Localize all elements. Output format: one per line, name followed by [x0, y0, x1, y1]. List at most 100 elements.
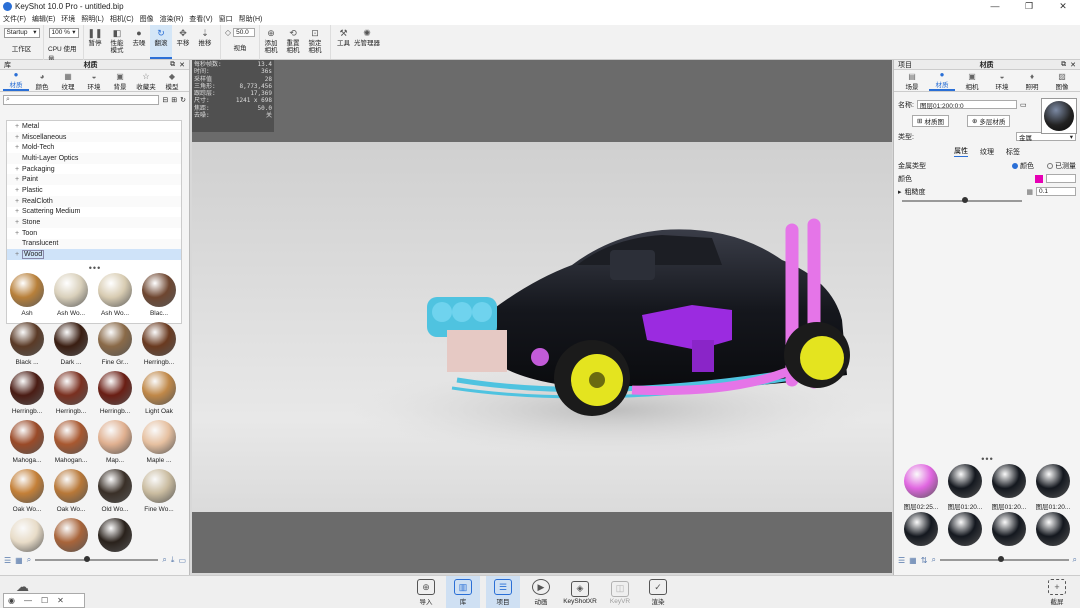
minimize-icon[interactable]: — [24, 596, 32, 605]
menu-help[interactable]: 帮助(H) [239, 14, 263, 24]
tab-material[interactable]: ● 材质 [929, 70, 955, 91]
material-thumbnail[interactable]: 图层01:20... [988, 464, 1030, 512]
tab-models[interactable]: ◆ 模型 [159, 72, 185, 91]
animation-button[interactable]: ▶ 动画 [524, 576, 558, 608]
material-thumbnail[interactable]: Black ... [6, 322, 48, 370]
material-thumbnail[interactable]: Map... [94, 420, 136, 468]
grid-view-icon[interactable]: ▦ [909, 556, 917, 565]
tree-item[interactable]: + Miscellaneous [7, 131, 181, 143]
slider-handle[interactable] [997, 556, 1004, 562]
pan-button[interactable]: ✥ 平移 [172, 25, 194, 59]
tree-item[interactable]: + Scattering Medium [7, 207, 181, 218]
download-icon[interactable]: ⤓ [171, 555, 175, 565]
tree-item-selected[interactable]: + Wood [7, 249, 181, 260]
maximize-button[interactable]: ❐ [1012, 0, 1046, 13]
multilayer-material-button[interactable]: ⊕ 多层材质 [966, 114, 1011, 127]
list-view-icon[interactable]: ☰ [898, 556, 905, 565]
menu-file[interactable]: 文件(F) [3, 14, 26, 24]
tree-item[interactable]: + Paint [7, 174, 181, 186]
tree-item[interactable]: + Toon [7, 228, 181, 239]
tab-textures[interactable]: ▦ 纹理 [55, 72, 81, 91]
expand-arrow-icon[interactable]: ▸ [898, 188, 902, 196]
menu-image[interactable]: 图像 [140, 14, 154, 24]
refresh-icon[interactable]: ↻ [180, 96, 186, 104]
library-button[interactable]: ▥ 库 [446, 576, 480, 608]
tab-environment[interactable]: ◒ 环境 [989, 72, 1015, 91]
menu-window[interactable]: 窗口 [219, 14, 233, 24]
reset-camera-button[interactable]: ⟲ 重置 相机 [282, 25, 304, 59]
subtab-labels[interactable]: 标签 [1006, 147, 1020, 157]
tab-lighting[interactable]: ♦ 照明 [1019, 72, 1045, 91]
folder-icon[interactable]: ▭ [178, 556, 186, 565]
material-thumbnail[interactable]: Oak Wo... [6, 469, 48, 517]
restore-icon[interactable]: ☐ [41, 596, 48, 605]
material-thumbnail[interactable]: 图层01:20... [1032, 512, 1074, 550]
dolly-button[interactable]: ⇣ 推移 [194, 25, 216, 59]
list-view-icon[interactable]: ☰ [4, 556, 11, 565]
tab-camera[interactable]: ▣ 相机 [959, 72, 985, 91]
material-thumbnail[interactable]: 图层01:20... [944, 464, 986, 512]
material-thumbnail[interactable]: Ash Wo... [94, 273, 136, 321]
menu-view[interactable]: 查看(V) [189, 14, 212, 24]
material-thumbnail[interactable]: Fine Wo... [138, 469, 180, 517]
slider-handle[interactable] [84, 556, 91, 562]
tab-image[interactable]: ▨ 图像 [1049, 72, 1075, 91]
undock-icon[interactable]: ⧉ [1061, 61, 1066, 69]
slider-handle[interactable] [962, 197, 968, 203]
menu-environment[interactable]: 环境 [61, 14, 75, 24]
save-icon[interactable]: ▭ [1020, 101, 1027, 109]
tree-item[interactable]: + RealCloth [7, 195, 181, 207]
screenshot-button[interactable]: + 截屏 [1040, 576, 1074, 608]
metal-type-color-option[interactable]: 颜色 [1012, 161, 1034, 171]
material-graph-button[interactable]: ⊞ 材质图 [912, 114, 949, 127]
roughness-input[interactable]: 0.1 [1036, 187, 1076, 196]
thumbnail-size-slider[interactable] [939, 556, 1069, 562]
close-icon[interactable]: ✕ [1070, 61, 1076, 69]
material-thumbnail[interactable]: Light Oak [138, 371, 180, 419]
light-manager-button[interactable]: ✺ 光管理器 [352, 25, 382, 59]
keyvr-button[interactable]: ◫ KeyVR [603, 576, 637, 608]
tree-item[interactable]: Translucent [7, 238, 181, 250]
splitter-handle[interactable]: ••• [0, 264, 190, 273]
material-thumbnail[interactable]: 图层01:20... [1032, 464, 1074, 512]
material-thumbnail[interactable]: Dark ... [50, 322, 92, 370]
color-swatch[interactable] [1035, 174, 1043, 183]
performance-mode-button[interactable]: ◧ 性能 模式 [106, 25, 128, 59]
material-thumbnail[interactable]: 图层01:20... [988, 512, 1030, 550]
close-icon[interactable]: ✕ [57, 596, 64, 605]
keyshotxr-button[interactable]: ◈ KeyShotXR [563, 576, 597, 608]
sort-icon[interactable]: ⇅ [921, 556, 928, 565]
subtab-textures[interactable]: 纹理 [980, 147, 994, 157]
material-thumbnail[interactable]: Ash [6, 273, 48, 321]
material-thumbnail[interactable]: Blac... [138, 273, 180, 321]
material-thumbnail[interactable]: 图层02:25... [900, 464, 942, 512]
metal-type-measured-option[interactable]: 已测量 [1047, 161, 1076, 171]
subtab-properties[interactable]: 属性 [954, 146, 968, 157]
fov-input[interactable]: 50.0 [233, 28, 256, 37]
library-search-input[interactable]: ⌕ [3, 95, 160, 105]
material-thumbnail[interactable]: Herringb... [50, 371, 92, 419]
menu-camera[interactable]: 相机(C) [110, 14, 134, 24]
tools-button[interactable]: ⚒ 工具 [330, 25, 352, 59]
material-thumbnail[interactable]: 图层01:20... [944, 512, 986, 550]
app-icon[interactable]: ◉ [8, 596, 15, 605]
import-button[interactable]: ⊕ 导入 [409, 576, 443, 608]
lock-camera-button[interactable]: ⊡ 锁定 相机 [304, 25, 326, 59]
tab-backplates[interactable]: ▣ 背景 [107, 72, 133, 91]
undock-icon[interactable]: ⧉ [170, 61, 175, 69]
render-button[interactable]: ✓ 渲染 [641, 576, 675, 608]
tab-environments[interactable]: ◒ 环境 [81, 72, 107, 91]
tree-item[interactable]: + Mold-Tech [7, 142, 181, 153]
tree-item[interactable]: Multi-Layer Optics [7, 153, 181, 164]
material-thumbnail[interactable]: Oak Wo... [50, 469, 92, 517]
grid-view-icon[interactable]: ▦ [15, 556, 23, 565]
expand-icon[interactable]: ⊞ [171, 96, 177, 104]
tab-favorites[interactable]: ☆ 收藏夹 [133, 72, 159, 91]
roughness-slider[interactable] [902, 197, 1022, 203]
menu-lighting[interactable]: 照明(L) [81, 14, 104, 24]
material-thumbnail[interactable]: Mahogan... [50, 420, 92, 468]
material-thumbnail[interactable]: 图层01:20... [900, 512, 942, 550]
thumbnail-size-slider[interactable] [35, 556, 159, 562]
render-viewport[interactable]: 每秒帧数: 13.4 时间: 36s 采样值 28 三角形: 8,773,456 跟踪层: 17,… [192, 60, 892, 573]
material-thumbnail[interactable]: Mahoga... [6, 420, 48, 468]
